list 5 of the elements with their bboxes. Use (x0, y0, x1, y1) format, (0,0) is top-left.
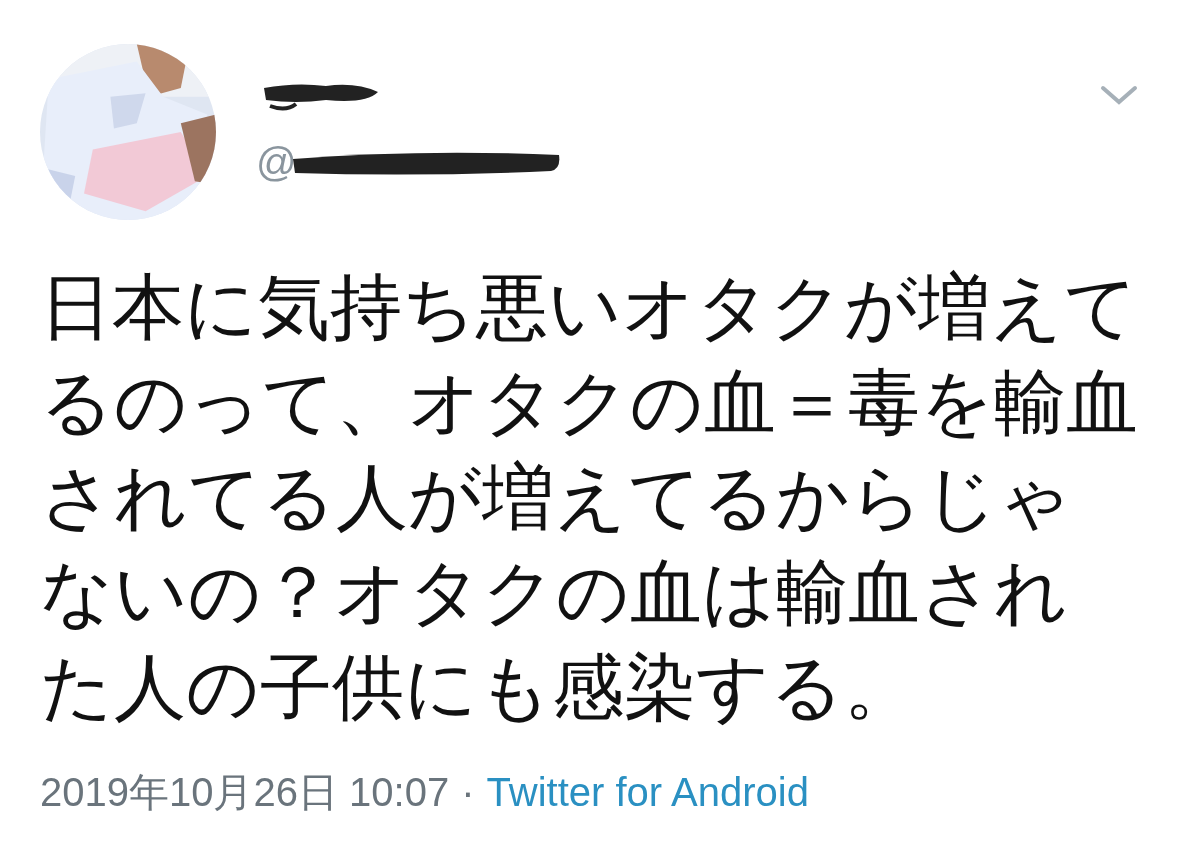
handle-at-sign: @ (256, 142, 297, 182)
source-link[interactable]: Twitter for Android (486, 770, 809, 815)
separator-dot: · (461, 770, 475, 815)
timestamp: 2019年10月26日 10:07 (40, 769, 450, 816)
tweet-text: 日本に気持ち悪いオタクが増えてるのって、オタクの血＝毒を輸血されてる人が増えてるからじゃないの？オタクの血は輸血された人の子供にも感染する。 (40, 264, 1139, 731)
